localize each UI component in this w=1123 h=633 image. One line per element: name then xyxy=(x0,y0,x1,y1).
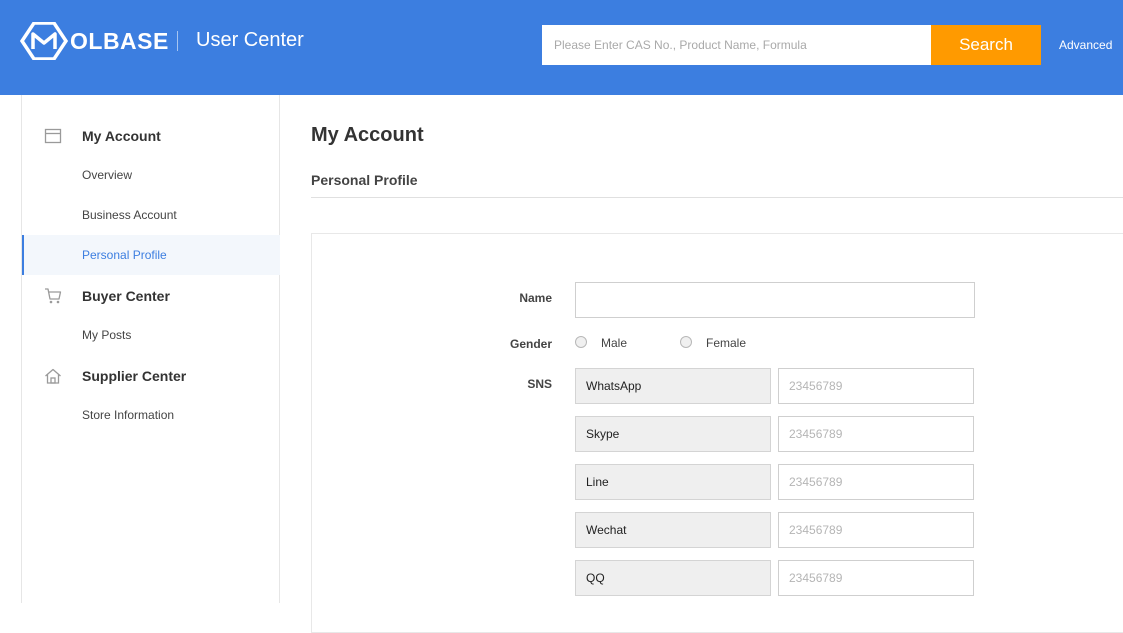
sns-whatsapp-input[interactable] xyxy=(778,368,974,404)
sns-type-whatsapp[interactable]: WhatsApp xyxy=(575,368,771,404)
sns-line-input[interactable] xyxy=(778,464,974,500)
gender-female-radio[interactable] xyxy=(680,336,692,348)
sns-type-skype[interactable]: Skype xyxy=(575,416,771,452)
name-label: Name xyxy=(519,291,552,305)
sns-type-line[interactable]: Line xyxy=(575,464,771,500)
sidebar-item-business-account[interactable]: Business Account xyxy=(22,195,280,235)
gender-label: Gender xyxy=(509,337,552,351)
sidebar-group-supplier-center[interactable]: Supplier Center xyxy=(82,367,186,385)
name-input[interactable] xyxy=(575,282,975,318)
section-divider xyxy=(311,197,1123,198)
cart-icon xyxy=(45,288,62,304)
search-button[interactable]: Search xyxy=(931,25,1041,65)
gender-female-label[interactable]: Female xyxy=(706,335,746,351)
molbase-logo-icon xyxy=(20,22,68,60)
sidebar-item-overview[interactable]: Overview xyxy=(22,155,280,195)
sidebar-item-personal-profile[interactable]: Personal Profile xyxy=(22,235,280,275)
section-title: Personal Profile xyxy=(311,172,418,188)
sidebar-group-buyer-center[interactable]: Buyer Center xyxy=(82,287,170,305)
sidebar-item-my-posts[interactable]: My Posts xyxy=(22,315,280,355)
gender-male-radio[interactable] xyxy=(575,336,587,348)
advanced-search-link[interactable]: Advanced xyxy=(1059,37,1112,53)
account-card-icon xyxy=(44,128,62,144)
sns-wechat-input[interactable] xyxy=(778,512,974,548)
home-icon xyxy=(45,368,61,384)
top-header: OLBASE User Center Search Advanced xyxy=(0,0,1123,95)
search-input[interactable] xyxy=(542,25,931,65)
page-title: My Account xyxy=(311,124,424,146)
sns-type-wechat[interactable]: Wechat xyxy=(575,512,771,548)
sidebar-group-my-account[interactable]: My Account xyxy=(82,127,161,145)
sns-skype-input[interactable] xyxy=(778,416,974,452)
sns-type-qq[interactable]: QQ xyxy=(575,560,771,596)
gender-male-label[interactable]: Male xyxy=(601,335,627,351)
sidebar: My Account Overview Business Account Per… xyxy=(21,95,280,603)
sns-qq-input[interactable] xyxy=(778,560,974,596)
brand-name[interactable]: OLBASE xyxy=(70,26,169,56)
sns-label: SNS xyxy=(527,377,552,391)
brand-divider xyxy=(177,31,178,51)
sidebar-item-store-information[interactable]: Store Information xyxy=(22,395,280,435)
brand-subtitle: User Center xyxy=(196,29,304,51)
